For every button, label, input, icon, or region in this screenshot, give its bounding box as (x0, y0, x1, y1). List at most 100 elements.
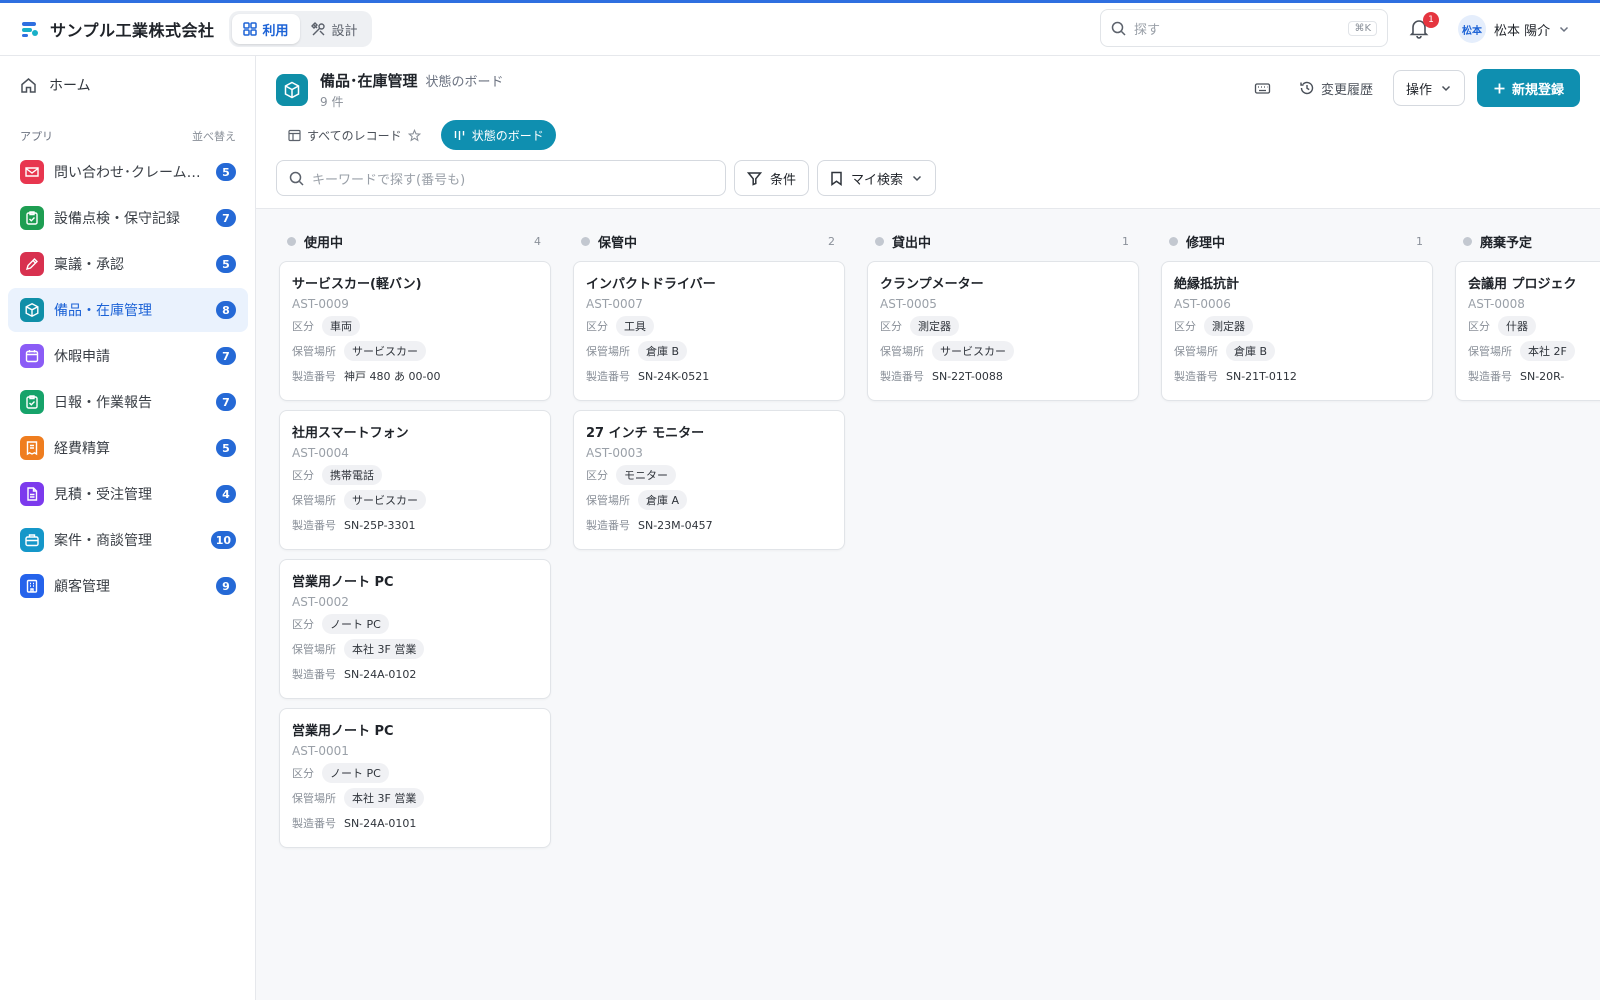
card-id: AST-0001 (292, 744, 349, 758)
main-content: 備品･在庫管理 状態のボード 9 件 変更履歴 操作 新規登録 すべてのレコード (256, 56, 1600, 1000)
kanban-icon (454, 130, 464, 140)
field-label: 保管場所 (586, 494, 630, 507)
view-tabs: すべてのレコード 状態のボード (276, 120, 556, 150)
mode-use-label: 利用 (262, 23, 289, 39)
star-icon[interactable] (407, 128, 421, 142)
card-field-category: 区分 モニター (586, 465, 832, 485)
saved-search-label: マイ検索 (851, 172, 904, 188)
card-id: AST-0002 (292, 595, 349, 609)
mode-design-label: 設計 (331, 23, 358, 39)
record-card[interactable]: 27 インチ モニター AST-0003 区分 モニター 保管場所 倉庫 A 製造番号 SN-… (573, 410, 845, 550)
app-list: 問い合わせ･クレーム管理 5 設備点検・保守記録 7 稟議・承認 5 備品・在庫管理 8 休暇申… (8, 150, 248, 610)
card-field-location: 保管場所 サービスカー (292, 341, 538, 361)
apps-sort-button[interactable]: 並べ替え (192, 128, 236, 144)
sidebar-app-count: 5 (216, 439, 236, 457)
filter-button[interactable]: 条件 (734, 160, 810, 196)
sidebar-app-item[interactable]: 案件・商談管理 10 (8, 518, 248, 562)
pen-icon (20, 252, 44, 276)
field-label: 製造番号 (292, 817, 336, 830)
serial-value: SN-24A-0102 (344, 667, 417, 681)
record-card[interactable]: 社用スマートフォン AST-0004 区分 携帯電話 保管場所 サービスカー 製造番号 SN-… (279, 410, 551, 550)
home-icon (21, 77, 36, 93)
sidebar-app-item[interactable]: 休暇申請 7 (8, 334, 248, 378)
record-card[interactable]: 営業用ノート PC AST-0001 区分 ノート PC 保管場所 本社 3F 営業 製造番… (279, 708, 551, 848)
location-chip: サービスカー (344, 341, 426, 361)
calendar-icon (20, 344, 44, 368)
card-title: クランプメーター (880, 277, 984, 292)
field-label: 保管場所 (292, 643, 336, 656)
card-title: 27 インチ モニター (586, 426, 705, 441)
top-bar: サンプル工業株式会社 利用 設計 探す ⌘K 1 松本 松本 陽介 (0, 3, 1600, 56)
sidebar-app-label: 備品・在庫管理 (54, 303, 152, 319)
mode-design-button[interactable]: 設計 (300, 14, 369, 44)
receipt-icon (20, 436, 44, 460)
operations-dropdown[interactable]: 操作 (1392, 70, 1465, 106)
keyboard-icon (1255, 82, 1271, 94)
sidebar-app-item[interactable]: 顧客管理 9 (8, 564, 248, 608)
keyboard-button[interactable] (1247, 72, 1279, 104)
mode-use-button[interactable]: 利用 (231, 14, 300, 44)
record-count: 9 件 (320, 95, 344, 109)
card-title: 絶縁抵抗計 (1174, 277, 1240, 292)
sidebar-app-item[interactable]: 設備点検・保守記録 7 (8, 196, 248, 240)
serial-value: 神戸 480 あ 00-00 (344, 370, 441, 383)
notifications-button[interactable]: 1 (1408, 12, 1439, 41)
column-name: 修理中 (1186, 235, 1226, 251)
card-id: AST-0005 (880, 297, 937, 311)
mail-icon (20, 160, 44, 184)
page-header: 備品･在庫管理 状態のボード 9 件 (276, 70, 504, 110)
chevron-down-icon (1441, 85, 1451, 92)
serial-value: SN-24K-0521 (638, 369, 710, 383)
search-shortcut: ⌘K (1348, 20, 1377, 36)
record-card[interactable]: クランプメーター AST-0005 区分 測定器 保管場所 サービスカー 製造番号 SN-22… (867, 261, 1139, 401)
history-button[interactable]: 変更履歴 (1291, 70, 1381, 106)
sidebar-app-item[interactable]: 経費精算 5 (8, 426, 248, 470)
record-card[interactable]: インパクトドライバー AST-0007 区分 工具 保管場所 倉庫 B 製造番号 SN-24K… (573, 261, 845, 401)
app-logo-icon[interactable] (20, 19, 40, 39)
card-id: AST-0006 (1174, 297, 1231, 311)
card-field-category: 区分 測定器 (880, 316, 1126, 336)
field-label: 区分 (1468, 320, 1490, 333)
tab-all-records[interactable]: すべてのレコード (276, 120, 433, 150)
card-field-location: 保管場所 本社 2F (1468, 341, 1600, 361)
status-dot (1463, 236, 1472, 246)
bookmark-icon (831, 171, 842, 186)
card-field-category: 区分 工具 (586, 316, 832, 336)
sidebar-app-item[interactable]: 見積・受注管理 4 (8, 472, 248, 516)
plus-icon (1494, 83, 1505, 93)
category-chip: 工具 (616, 316, 654, 336)
sidebar-app-item[interactable]: 日報・作業報告 7 (8, 380, 248, 424)
global-search-input[interactable]: 探す ⌘K (1100, 9, 1388, 47)
sidebar-app-item[interactable]: 稟議・承認 5 (8, 242, 248, 286)
card-id: AST-0009 (292, 297, 349, 311)
sidebar-app-label: 案件・商談管理 (54, 533, 152, 549)
user-menu[interactable]: 松本 松本 陽介 (1458, 14, 1570, 44)
saved-search-dropdown[interactable]: マイ検索 (817, 160, 937, 196)
global-search-placeholder: 探す (1134, 22, 1161, 38)
operations-label: 操作 (1405, 82, 1432, 98)
notification-badge: 1 (1423, 12, 1439, 28)
field-label: 製造番号 (292, 519, 336, 532)
tools-icon (310, 21, 325, 35)
record-card[interactable]: サービスカー(軽バン) AST-0009 区分 車両 保管場所 サービスカー 製造番号 神戸 … (279, 261, 551, 401)
board-column: 貸出中 1 クランプメーター AST-0005 区分 測定器 保管場所 サービスカー 製造番号 S… (867, 229, 1139, 410)
keyword-search-input[interactable]: キーワードで探す(番号も) (276, 160, 726, 196)
status-dot (581, 236, 590, 246)
tab-status-board[interactable]: 状態のボード (440, 120, 556, 150)
record-card[interactable]: 営業用ノート PC AST-0002 区分 ノート PC 保管場所 本社 3F 営業 製造番… (279, 559, 551, 699)
sidebar-app-item[interactable]: 備品・在庫管理 8 (8, 288, 248, 332)
new-record-button[interactable]: 新規登録 (1476, 69, 1580, 107)
record-card[interactable]: 会議用 プロジェク AST-0008 区分 什器 保管場所 本社 2F 製造番号 SN-20R… (1455, 261, 1600, 401)
sidebar-item-home[interactable]: ホーム (8, 66, 248, 104)
apps-section-label: アプリ (20, 130, 53, 143)
sidebar-app-count: 7 (216, 393, 236, 411)
sidebar-app-item[interactable]: 問い合わせ･クレーム管理 5 (8, 150, 248, 194)
record-card[interactable]: 絶縁抵抗計 AST-0006 区分 測定器 保管場所 倉庫 B 製造番号 SN-21T-011… (1161, 261, 1433, 401)
board-column: 使用中 4 サービスカー(軽バン) AST-0009 区分 車両 保管場所 サービスカー 製造番… (279, 229, 551, 857)
sidebar-app-label: 休暇申請 (54, 349, 110, 365)
card-field-serial: 製造番号 SN-25P-3301 (292, 515, 538, 535)
sidebar-app-count: 5 (216, 255, 236, 273)
category-chip: 測定器 (1204, 316, 1253, 336)
category-chip: ノート PC (322, 763, 389, 783)
card-field-location: 保管場所 サービスカー (292, 490, 538, 510)
